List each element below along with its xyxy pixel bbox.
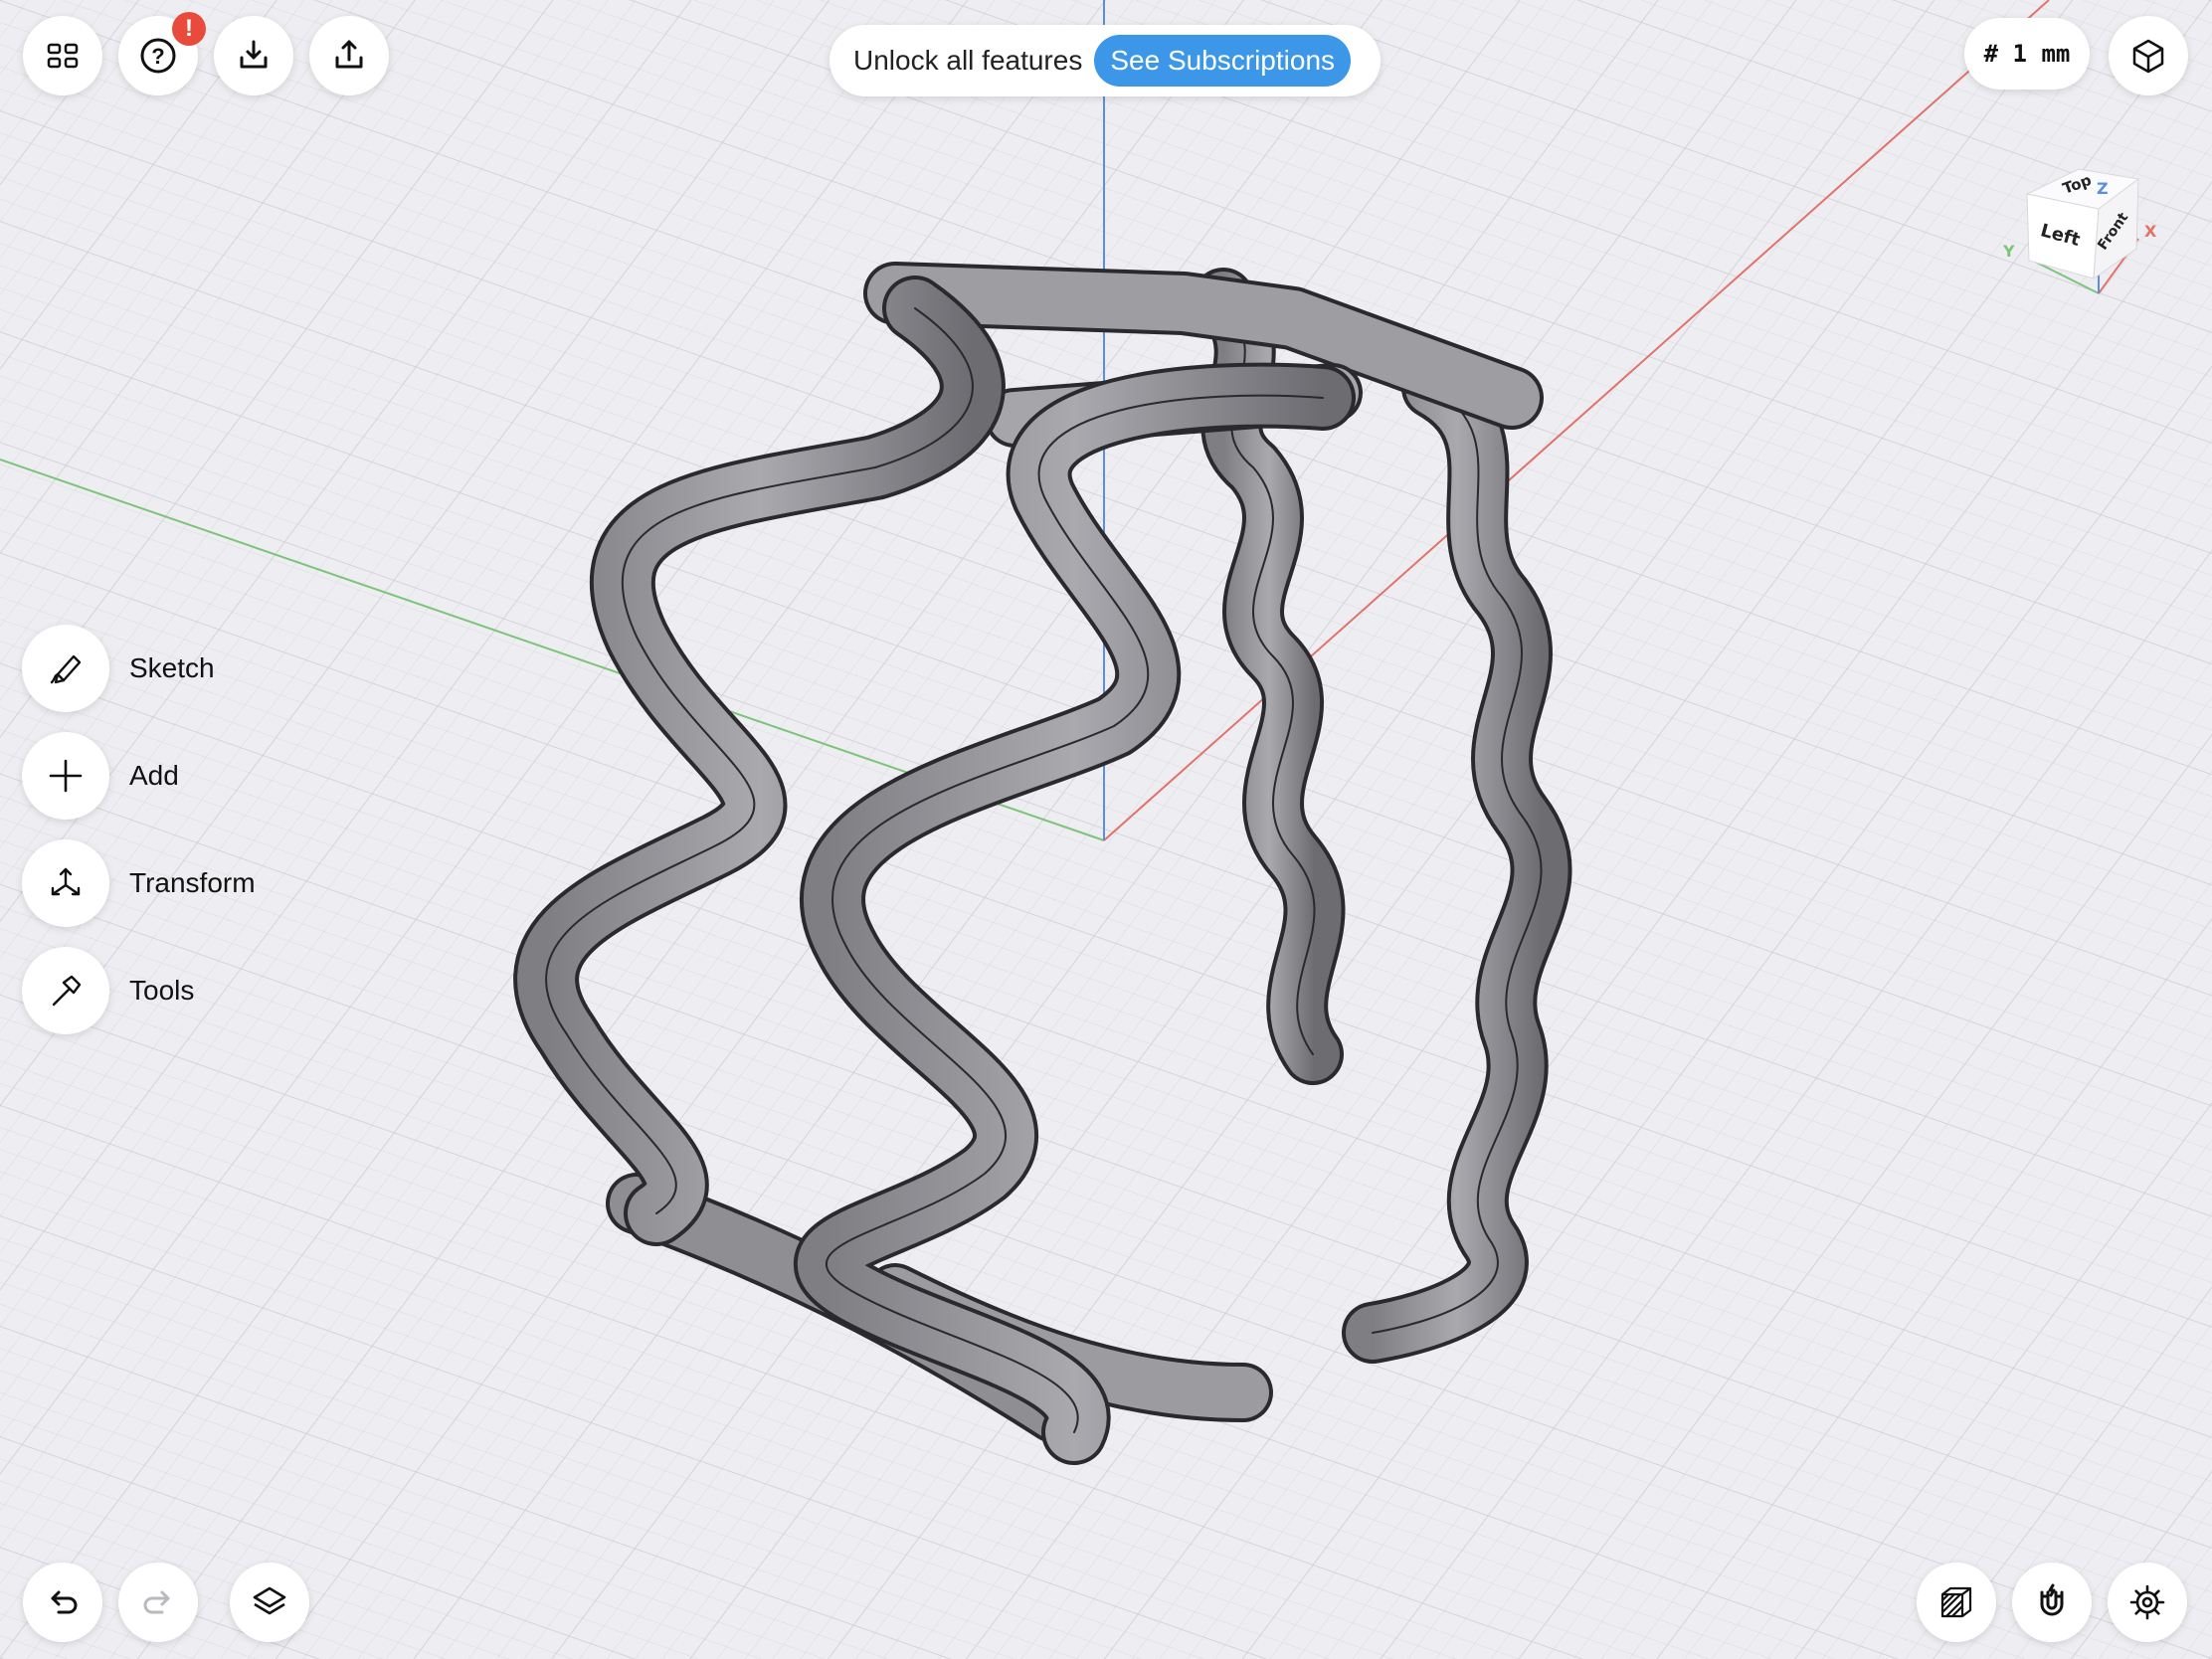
magnet-icon [2040,1583,2064,1616]
subscription-banner: Unlock all features See Subscriptions [830,25,1381,96]
transform-button[interactable] [22,839,109,927]
hammer-icon [52,975,82,1007]
snap-button[interactable] [2012,1563,2092,1642]
download-tray-icon [240,40,268,69]
sketch-label: Sketch [129,652,215,683]
question-icon: ? [140,38,176,74]
view-cube[interactable]: Top Left Front X Y Z [1989,149,2168,308]
hatched-cube-icon [1940,1586,1972,1618]
layers-button[interactable] [230,1563,309,1642]
view-cube-y-label: Y [2002,242,2015,261]
promo-text: Unlock all features [853,45,1083,76]
sketch-button[interactable] [22,625,109,712]
notification-badge: ! [172,12,206,46]
tools-menu-item[interactable]: Tools [22,946,194,1035]
3d-viewport[interactable] [0,0,2212,1659]
material-view-button[interactable] [1917,1563,1996,1642]
grid-size-button[interactable]: # 1 mm [1964,18,2090,90]
add-button[interactable] [22,732,109,820]
undo-icon [51,1590,78,1614]
grid-icon [47,43,79,69]
transform-arrows-icon [51,867,81,896]
redo-button[interactable] [118,1563,198,1642]
transform-menu-item[interactable]: Transform [22,838,256,928]
pencil-icon [50,654,82,684]
view-cube-x-label: X [2144,222,2157,241]
transform-label: Transform [129,867,256,898]
redo-icon [143,1590,170,1614]
layers-icon [253,1586,286,1615]
upload-tray-icon [335,40,363,69]
view-mode-button[interactable] [2109,16,2188,95]
tools-button[interactable] [22,947,109,1034]
svg-text:?: ? [151,44,164,69]
add-menu-item[interactable]: Add [22,731,179,821]
sketch-menu-item[interactable]: Sketch [22,624,215,713]
view-cube-z-label: Z [2097,179,2109,198]
settings-button[interactable] [2108,1563,2187,1642]
cube-view-icon [2132,39,2164,74]
undo-button[interactable] [23,1563,102,1642]
grid-menu-button[interactable] [23,16,102,95]
import-button[interactable] [214,16,293,95]
add-label: Add [129,760,179,791]
gear-icon [2129,1584,2165,1620]
see-subscriptions-button[interactable]: See Subscriptions [1094,35,1352,87]
plus-icon [49,759,83,793]
export-button[interactable] [309,16,389,95]
tools-label: Tools [129,975,195,1006]
